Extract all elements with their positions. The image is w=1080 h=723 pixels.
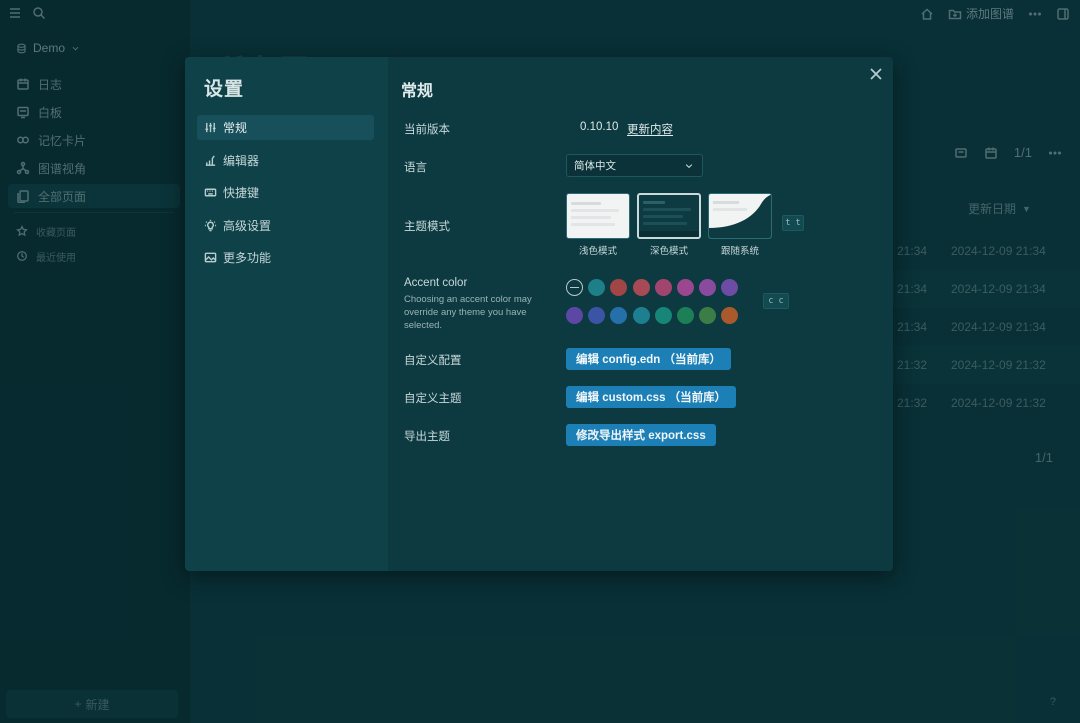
theme-options: 浅色模式 深色模式 跟随系统 [566,193,772,257]
settings-tab-label: 高级设置 [223,218,272,233]
accent-swatch-none[interactable] [566,279,583,296]
theme-option-label: 跟随系统 [720,246,759,257]
accent-swatch[interactable] [676,279,694,296]
accent-swatch[interactable] [566,307,583,324]
edit-custom-css-button[interactable]: 编辑 custom.css （当前库） [566,386,737,408]
settings-tab-label: 快捷键 [223,186,260,200]
version-label: 当前版本 [404,124,450,136]
settings-tab-features[interactable]: 更多功能 [197,245,374,270]
accent-swatch[interactable] [588,279,606,296]
system-theme-split [709,194,771,238]
settings-tab-label: 更多功能 [223,251,272,265]
language-value: 简体中文 [574,160,616,172]
accent-swatch[interactable] [699,279,717,296]
settings-tab-advanced[interactable]: 高级设置 [197,213,374,238]
settings-tab-label: 编辑器 [223,153,260,168]
language-label: 语言 [404,162,427,174]
close-button[interactable] [867,65,885,83]
settings-title: 设置 [204,79,245,100]
keyboard-icon [204,186,217,199]
accent-swatch[interactable] [676,307,694,324]
accent-shortcut-hint: c c [763,293,789,309]
theme-option-label: 深色模式 [649,246,688,257]
theme-label: 主题模式 [404,221,450,233]
version-value: 0.10.10 [580,121,619,133]
custom-theme-label: 自定义主题 [404,393,462,405]
custom-config-label: 自定义配置 [404,355,462,367]
bulb-icon [204,219,217,232]
export-theme-label: 导出主题 [404,431,450,443]
settings-sidebar: 设置 常规 编辑器 快捷键 高级设置 更多功能 [185,57,388,571]
edit-export-css-button[interactable]: 修改导出样式 export.css [566,424,716,446]
changelog-link[interactable]: 更新内容 [627,121,673,137]
theme-thumbnail-dark [637,193,701,239]
accent-swatch[interactable] [632,307,650,324]
language-select[interactable]: 简体中文 [566,154,703,177]
accent-color-label: Accent color [404,277,468,289]
accent-swatch[interactable] [632,279,650,296]
accent-swatches [566,279,746,335]
sliders-icon [204,121,217,134]
theme-option-system[interactable]: 跟随系统 [708,193,772,257]
settings-menu: 常规 编辑器 快捷键 高级设置 更多功能 [197,115,374,278]
accent-swatch-row [566,279,746,296]
accent-swatch[interactable] [654,279,672,296]
accent-color-description: Choosing an accent color may override an… [404,294,532,331]
accent-swatch[interactable] [699,307,717,324]
theme-option-dark[interactable]: 深色模式 [637,193,701,257]
chevron-down-icon [684,161,694,171]
edit-config-button[interactable]: 编辑 config.edn （当前库） [566,348,732,370]
settings-panel: 常规 当前版本 0.10.10 更新内容 语言 简体中文 主题模式 浅色模式 深… [388,57,893,571]
settings-tab-general[interactable]: 常规 [197,115,374,140]
settings-modal: 设置 常规 编辑器 快捷键 高级设置 更多功能 常规 当前版本 0.10.10 … [185,57,893,571]
settings-tab-editor[interactable]: 编辑器 [197,148,374,173]
theme-thumbnail-system [708,193,772,239]
accent-swatch[interactable] [610,279,628,296]
section-title: 常规 [401,83,434,100]
accent-swatch[interactable] [721,279,739,296]
theme-option-label: 浅色模式 [578,246,617,257]
accent-swatch[interactable] [654,307,672,324]
editor-icon [204,154,217,167]
settings-tab-shortcuts[interactable]: 快捷键 [197,180,374,205]
settings-tab-label: 常规 [223,121,248,135]
accent-swatch[interactable] [588,307,606,324]
theme-option-light[interactable]: 浅色模式 [566,193,630,257]
image-icon [204,251,217,264]
close-icon [870,68,882,80]
accent-swatch-row [566,307,746,324]
theme-shortcut-hint: t t [782,215,804,231]
theme-thumbnail-light [566,193,630,239]
accent-swatch[interactable] [610,307,628,324]
accent-swatch[interactable] [721,307,739,324]
